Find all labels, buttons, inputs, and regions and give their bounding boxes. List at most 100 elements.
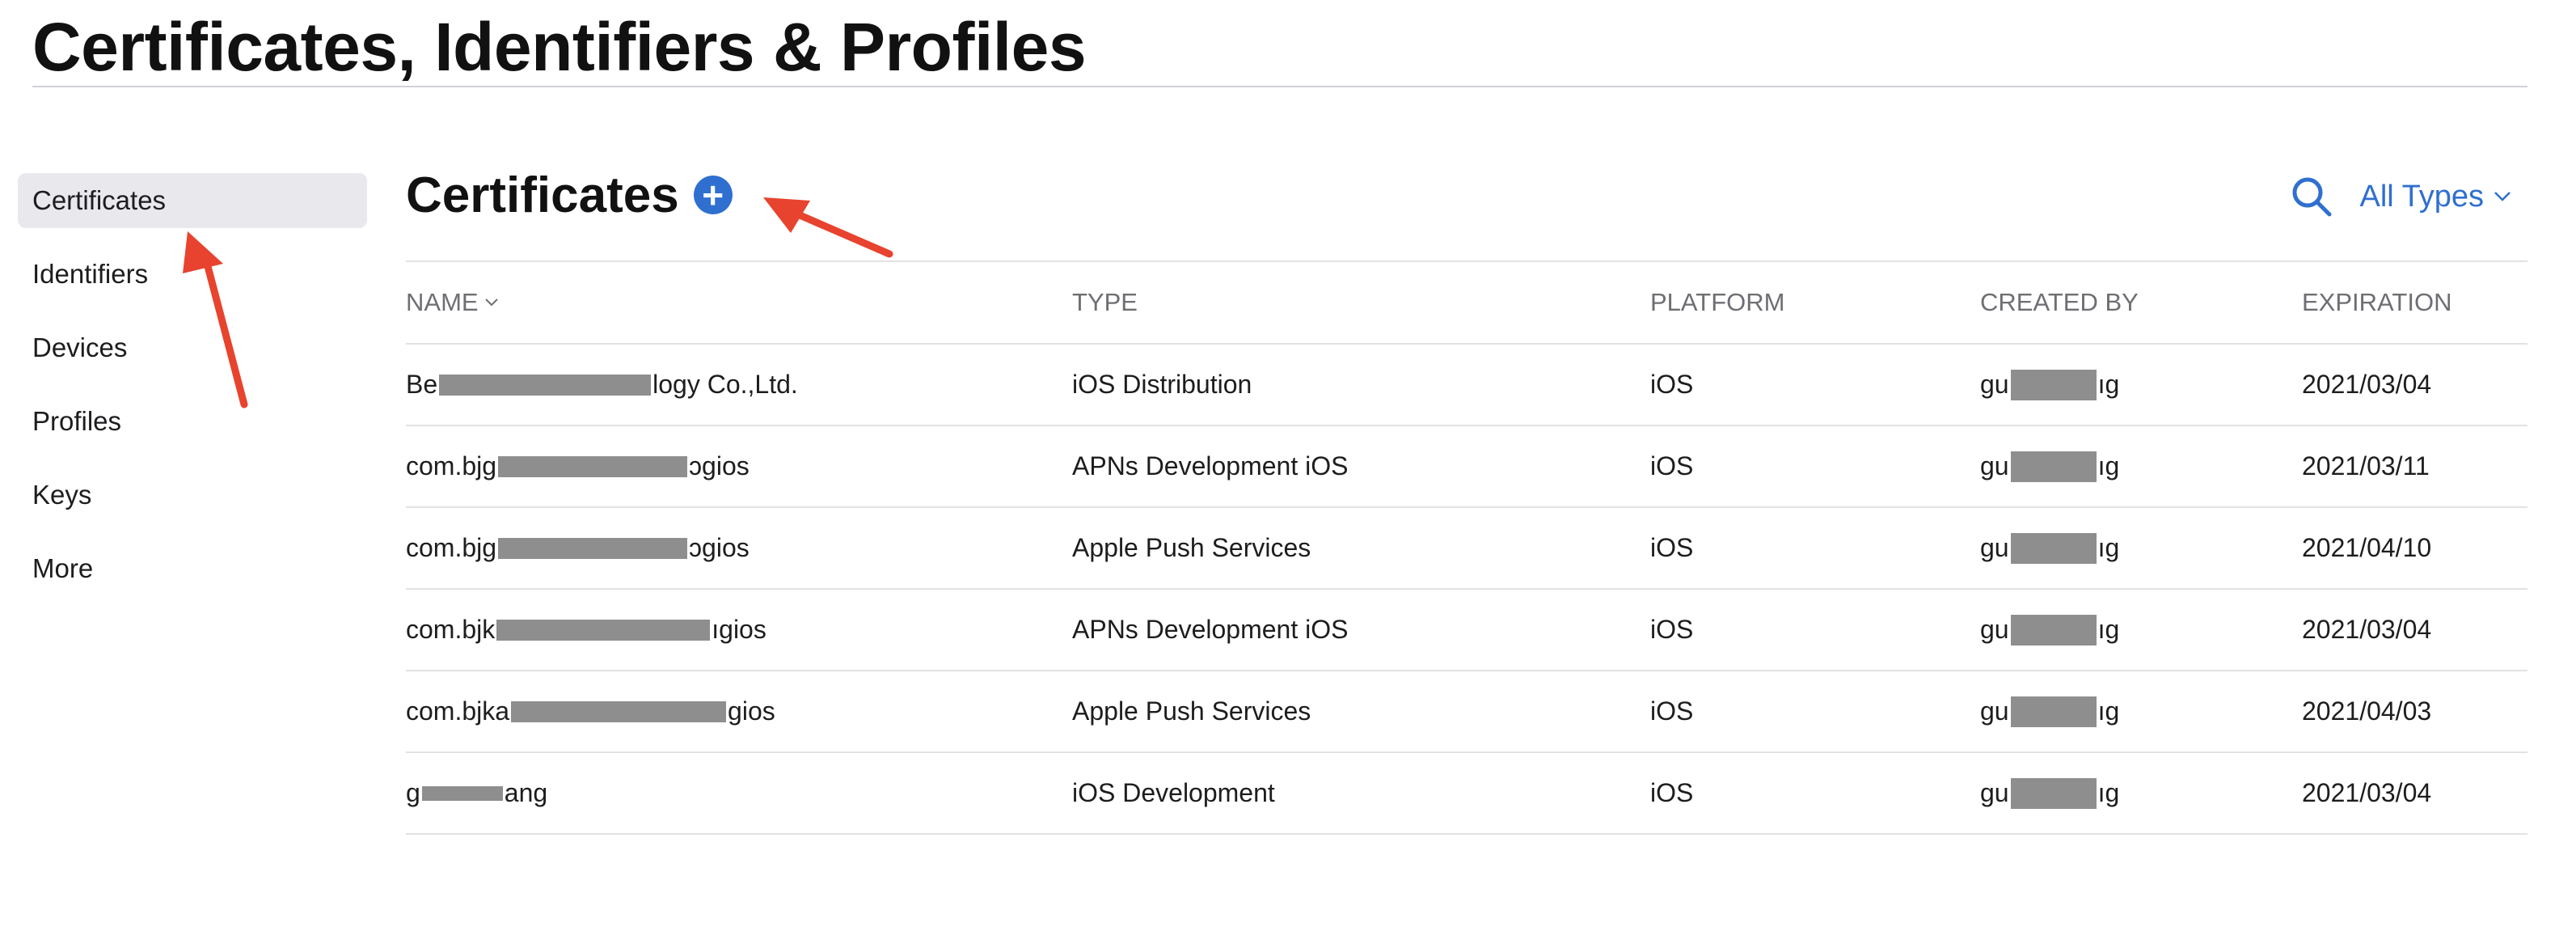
created-suffix: ıg xyxy=(2097,533,2120,562)
table-row[interactable]: com.bjg ɔgios APNs Development iOS iOS g… xyxy=(406,425,2527,506)
cell-type: APNs Development iOS xyxy=(1072,451,1349,480)
cell-expiration: 2021/04/03 xyxy=(2302,696,2432,726)
name-suffix: ɔgios xyxy=(689,533,750,562)
cell-name: com.bjk ıgios xyxy=(406,615,1072,645)
toolbar: All Types xyxy=(2287,168,2511,225)
cell-platform: iOS xyxy=(1650,696,1694,726)
sidebar: Certificates Identifiers Devices Profile… xyxy=(18,173,367,615)
add-certificate-button[interactable]: + xyxy=(693,174,733,216)
cell-platform: iOS xyxy=(1650,778,1694,807)
cell-type: iOS Distribution xyxy=(1072,370,1252,399)
name-suffix: logy Co.,Ltd. xyxy=(652,370,798,399)
table-row[interactable]: com.bjg ɔgios Apple Push Services iOS gu… xyxy=(406,506,2527,588)
redacted-block xyxy=(511,701,727,722)
redacted-block xyxy=(2010,614,2097,646)
redacted-block xyxy=(2010,777,2097,809)
chevron-down-icon xyxy=(2494,192,2511,201)
column-header-name-label: NAME xyxy=(406,288,479,316)
cell-platform: iOS xyxy=(1650,451,1694,480)
redacted-block xyxy=(498,455,688,477)
name-prefix: com.bjk xyxy=(406,615,496,644)
name-prefix: com.bjg xyxy=(406,533,497,562)
column-header-name[interactable]: NAME xyxy=(406,288,1072,317)
sort-chevron-icon xyxy=(484,298,498,307)
cell-name: Be logy Co.,Ltd. xyxy=(406,370,1072,400)
redacted-block xyxy=(439,374,652,396)
cell-platform: iOS xyxy=(1650,370,1694,399)
table-row[interactable]: g ang iOS Development iOS gu ıg 2021/03/… xyxy=(406,751,2527,835)
redacted-block xyxy=(2010,451,2097,482)
name-suffix: ang xyxy=(504,778,548,807)
sidebar-item-identifiers[interactable]: Identifiers xyxy=(18,247,367,302)
created-suffix: ıg xyxy=(2097,370,2120,399)
cell-type: Apple Push Services xyxy=(1072,533,1311,562)
cell-platform: iOS xyxy=(1650,533,1694,562)
created-prefix: gu xyxy=(1980,615,2009,644)
sidebar-item-profiles[interactable]: Profiles xyxy=(18,394,367,449)
cell-name: com.bjg ɔgios xyxy=(406,451,1072,481)
cell-created-by: gu ıg xyxy=(1980,614,2302,646)
name-prefix: g xyxy=(406,778,420,807)
redacted-block xyxy=(421,785,503,801)
created-prefix: gu xyxy=(1980,533,2009,562)
search-button[interactable] xyxy=(2287,172,2336,221)
table-header: NAME TYPE PLATFORM CREATED BY EXPIRATION xyxy=(406,260,2527,343)
plus-circle-icon: + xyxy=(702,174,724,216)
type-filter-label: All Types xyxy=(2359,179,2484,214)
created-prefix: gu xyxy=(1980,370,2009,399)
name-prefix: com.bjka xyxy=(406,696,510,726)
cell-created-by: gu ıg xyxy=(1980,532,2302,564)
column-header-created-by: CREATED BY xyxy=(1980,288,2139,316)
name-suffix: gios xyxy=(728,696,775,726)
created-suffix: ıg xyxy=(2097,451,2120,480)
arrow-to-add-button xyxy=(763,197,893,258)
type-filter-select[interactable]: All Types xyxy=(2360,180,2511,214)
sidebar-item-devices[interactable]: Devices xyxy=(18,320,367,375)
title-divider xyxy=(32,86,2527,87)
section-title: Certificates xyxy=(406,167,679,223)
name-prefix: Be xyxy=(406,370,438,399)
redacted-block xyxy=(498,537,688,559)
cell-type: APNs Development iOS xyxy=(1072,615,1349,644)
name-prefix: com.bjg xyxy=(406,451,497,480)
table-row[interactable]: com.bjk ıgios APNs Development iOS iOS g… xyxy=(406,588,2527,670)
created-prefix: gu xyxy=(1980,778,2009,807)
cell-created-by: gu ıg xyxy=(1980,777,2302,809)
page-title: Certificates, Identifiers & Profiles xyxy=(32,9,1087,85)
redacted-block xyxy=(2010,696,2097,727)
created-prefix: gu xyxy=(1980,451,2009,480)
cell-created-by: gu ıg xyxy=(1980,369,2302,400)
cell-platform: iOS xyxy=(1650,615,1694,644)
sidebar-item-certificates[interactable]: Certificates xyxy=(18,173,367,228)
column-header-platform: PLATFORM xyxy=(1650,288,1785,316)
created-prefix: gu xyxy=(1980,696,2009,726)
cell-name: com.bjka gios xyxy=(406,696,1072,726)
created-suffix: ıg xyxy=(2097,696,2120,726)
section-header: Certificates + xyxy=(406,159,733,231)
cell-expiration: 2021/03/11 xyxy=(2302,451,2430,480)
redacted-block xyxy=(2010,532,2097,564)
cell-name: g ang xyxy=(406,778,1072,808)
cell-expiration: 2021/03/04 xyxy=(2302,615,2432,644)
cell-created-by: gu ıg xyxy=(1980,696,2302,727)
table-row[interactable]: com.bjka gios Apple Push Services iOS gu… xyxy=(406,670,2527,751)
redacted-block xyxy=(496,619,711,641)
created-suffix: ıg xyxy=(2097,615,2120,644)
cell-created-by: gu ıg xyxy=(1980,451,2302,482)
cell-expiration: 2021/03/04 xyxy=(2302,778,2432,807)
sidebar-item-keys[interactable]: Keys xyxy=(18,468,367,523)
created-suffix: ıg xyxy=(2097,778,2120,807)
cell-type: Apple Push Services xyxy=(1072,696,1311,726)
cell-type: iOS Development xyxy=(1072,778,1275,807)
name-suffix: ɔgios xyxy=(689,451,750,480)
column-header-type: TYPE xyxy=(1072,288,1138,316)
column-header-expiration: EXPIRATION xyxy=(2302,288,2452,316)
cell-name: com.bjg ɔgios xyxy=(406,533,1072,563)
cell-expiration: 2021/03/04 xyxy=(2302,370,2432,399)
redacted-block xyxy=(2010,369,2097,400)
cell-expiration: 2021/04/10 xyxy=(2302,533,2432,562)
sidebar-item-more[interactable]: More xyxy=(18,541,367,596)
name-suffix: ıgios xyxy=(712,615,766,644)
certificates-table: NAME TYPE PLATFORM CREATED BY EXPIRATION… xyxy=(406,260,2527,835)
table-row[interactable]: Be logy Co.,Ltd. iOS Distribution iOS gu… xyxy=(406,343,2527,425)
